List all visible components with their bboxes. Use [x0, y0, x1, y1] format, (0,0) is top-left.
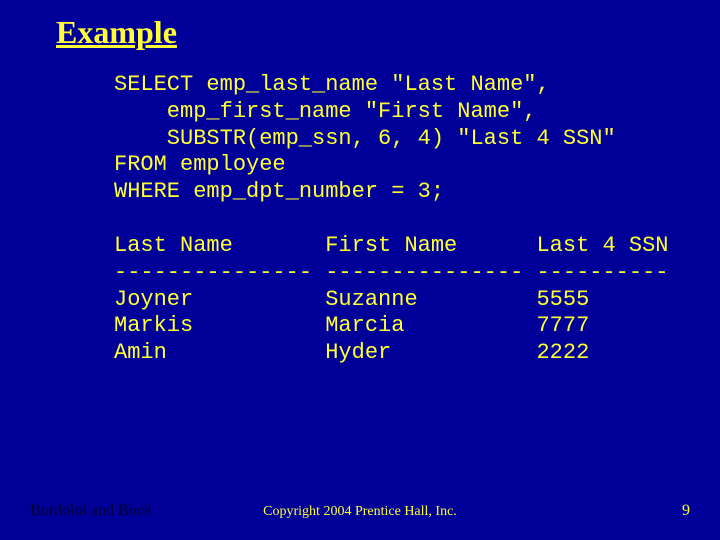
- slide: Example SELECT emp_last_name "Last Name"…: [0, 0, 720, 540]
- footer-page-number: 9: [682, 502, 690, 520]
- footer-copyright: Copyright 2004 Prentice Hall, Inc.: [0, 504, 720, 520]
- result-row-2: Markis Marcia 7777: [114, 313, 589, 338]
- sql-line-1: SELECT emp_last_name "Last Name",: [114, 72, 550, 97]
- result-divider: --------------- --------------- --------…: [114, 260, 669, 285]
- result-header: Last Name First Name Last 4 SSN: [114, 233, 669, 258]
- sql-line-5: WHERE emp_dpt_number = 3;: [114, 179, 444, 204]
- code-block: SELECT emp_last_name "Last Name", emp_fi…: [114, 72, 669, 367]
- sql-line-3: SUBSTR(emp_ssn, 6, 4) "Last 4 SSN": [114, 126, 616, 151]
- result-row-1: Joyner Suzanne 5555: [114, 287, 589, 312]
- sql-line-2: emp_first_name "First Name",: [114, 99, 536, 124]
- slide-title: Example: [56, 14, 177, 51]
- sql-line-4: FROM employee: [114, 152, 286, 177]
- result-row-3: Amin Hyder 2222: [114, 340, 589, 365]
